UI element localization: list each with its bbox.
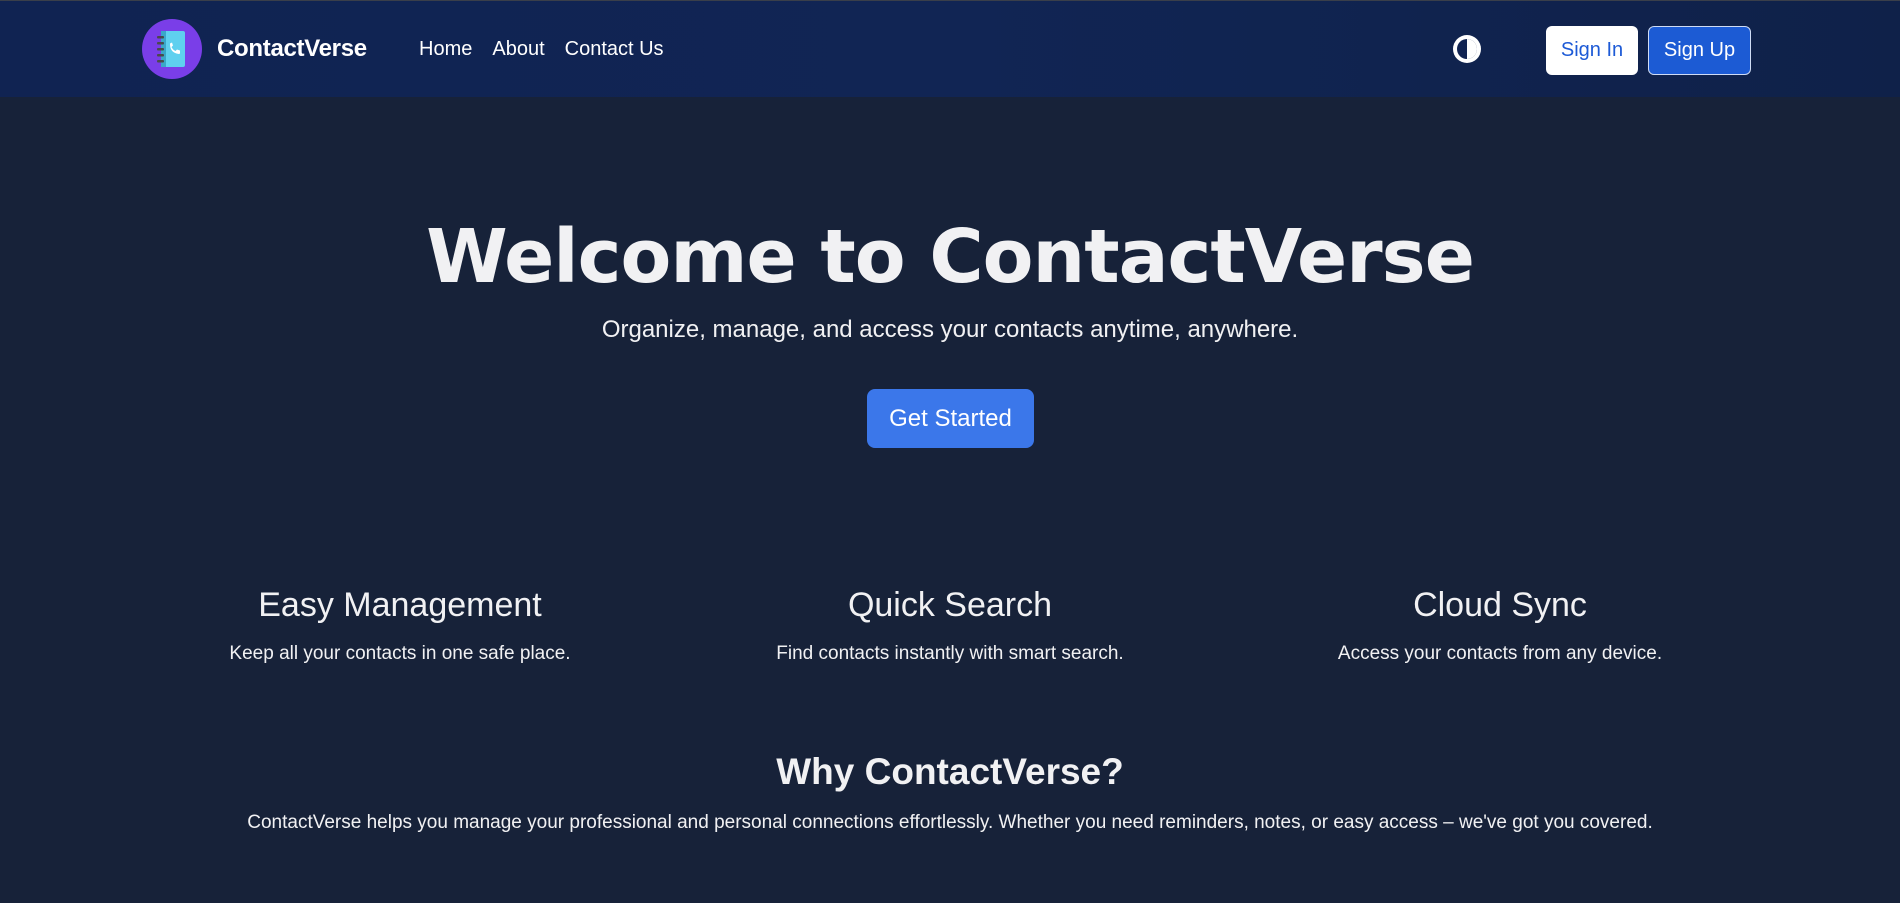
feature-card-cloud-sync: Cloud Sync Access your contacts from any… [1240,586,1760,665]
feature-card-easy-management: Easy Management Keep all your contacts i… [140,586,660,665]
navbar: ContactVerse Home About Contact Us Sign … [0,1,1900,97]
sign-in-button[interactable]: Sign In [1546,26,1638,75]
feature-description: Access your contacts from any device. [1337,643,1663,664]
brand-name[interactable]: ContactVerse [217,35,367,63]
theme-toggle-button[interactable] [1451,33,1483,65]
feature-description: Keep all your contacts in one safe place… [229,643,571,664]
why-section-title: Why ContactVerse? [776,751,1124,792]
nav-links: Home About Contact Us [419,38,664,61]
contact-book-phone-icon [157,31,185,67]
hero-subtitle: Organize, manage, and access your contac… [601,316,1299,343]
feature-description: Find contacts instantly with smart searc… [776,643,1124,664]
feature-title: Cloud Sync [1413,586,1587,624]
logo[interactable] [142,19,202,79]
hero-title: Welcome to ContactVerse [426,214,1475,300]
feature-title: Quick Search [847,586,1053,624]
feature-title: Easy Management [258,586,542,624]
why-section-text: ContactVerse helps you manage your profe… [247,812,1653,833]
sign-up-button[interactable]: Sign Up [1648,26,1751,75]
nav-link-about[interactable]: About [492,38,544,61]
contrast-half-circle-icon [1453,35,1481,63]
get-started-button[interactable]: Get Started [867,389,1034,448]
nav-link-home[interactable]: Home [419,38,472,61]
nav-link-contact-us[interactable]: Contact Us [565,38,664,61]
feature-card-quick-search: Quick Search Find contacts instantly wit… [690,586,1210,665]
